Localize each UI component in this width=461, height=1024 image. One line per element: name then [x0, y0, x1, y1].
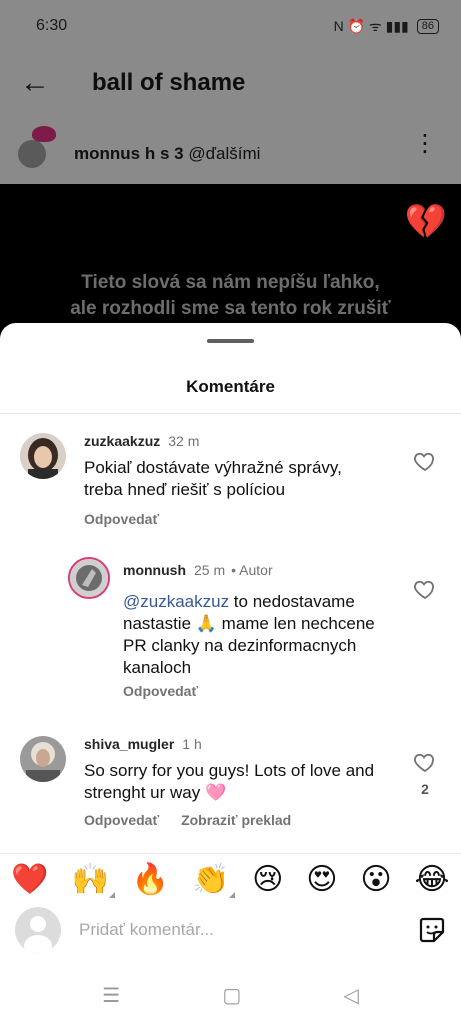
comment-actions: Odpovedať: [84, 511, 177, 527]
avatar-photo-icon: [70, 559, 108, 597]
post-author-bar: monnus h s 3 @ďalšími ⋮: [0, 124, 461, 184]
like-count: 2: [421, 781, 429, 797]
sheet-title: Komentáre: [186, 377, 275, 396]
system-navigation-bar: ☰ ▢ ◁: [0, 971, 461, 1019]
post-author-name[interactable]: monnus h s 3 @ďalšími: [74, 144, 260, 164]
author-label: • Autor: [231, 562, 273, 578]
comment-line: Pokiaľ dostávate výhražné správy,: [84, 458, 342, 477]
comment-line: treba hneď riešiť s políciou: [84, 480, 286, 499]
emoji-quick-bar: ❤️ 🙌 🔥 👏 😢 😍 😮 😂: [0, 853, 461, 898]
page-title: ball of shame: [92, 69, 246, 96]
post-collaborators: @ďalšími: [188, 144, 261, 163]
post-image-caption: Tieto slová sa nám nepíšu ľahko, ale roz…: [0, 270, 461, 322]
emoji-variants-indicator: [108, 891, 115, 898]
commenter-avatar[interactable]: [20, 736, 66, 782]
comment-time: 1 h: [182, 736, 202, 752]
back-arrow-icon[interactable]: ←: [0, 66, 70, 100]
comment-text: Pokiaľ dostávate výhražné správy, treba …: [84, 457, 404, 501]
emoji-glyph: 🙌: [71, 862, 109, 896]
comment-time: 32 m: [168, 433, 200, 449]
drag-handle[interactable]: [207, 339, 254, 343]
emoji-fire-icon[interactable]: 🔥: [132, 862, 169, 898]
reply-button[interactable]: Odpovedať: [123, 683, 198, 699]
comment-actions: Odpovedať Zobraziť preklad: [84, 812, 309, 828]
commenter-avatar[interactable]: [20, 433, 66, 479]
sticker-icon[interactable]: [418, 916, 446, 944]
comment-item: shiva_mugler 1 h So sorry for you guys! L…: [0, 323, 461, 828]
mention-link[interactable]: @zuzkaakzuz: [123, 592, 229, 611]
avatar-photo-icon: [20, 736, 66, 782]
avatar-badge-icon: [32, 126, 56, 142]
emoji-variants-indicator: [229, 891, 236, 898]
back-icon[interactable]: ◁: [343, 983, 358, 1008]
see-translation-button[interactable]: Zobraziť preklad: [181, 812, 291, 828]
comment-input[interactable]: [79, 920, 418, 940]
emoji-clapping-icon[interactable]: 👏: [191, 862, 236, 898]
divider: [0, 413, 461, 414]
battery-icon: 86: [416, 18, 439, 34]
broken-heart-icon: 💔: [404, 203, 447, 241]
emoji-laughing-icon[interactable]: 😂: [414, 862, 449, 898]
user-avatar-icon: [15, 907, 61, 953]
emoji-crying-icon[interactable]: 😢: [252, 862, 283, 898]
emoji-raised-hands-icon[interactable]: 🙌: [71, 862, 115, 898]
post-username: monnus h s 3: [74, 144, 184, 163]
emoji-glyph: 👏: [191, 862, 230, 896]
comments-sheet: Komentáre zuzkaakzuz 32 m Pokiaľ dostávat…: [0, 323, 461, 1024]
caption-line: ale rozhodli sme sa tento rok zrušiť: [70, 298, 391, 319]
status-bar: 6:30 N ⏰ ᯤ ▮▮▮ 86: [0, 0, 461, 52]
comment-text: So sorry for you guys! Lots of love and …: [84, 760, 404, 804]
comment-username[interactable]: monnush 25 m • Autor: [123, 562, 273, 578]
comment-line: PR clanky na dezinformacnych: [123, 636, 357, 655]
page-header: ← ball of shame: [0, 52, 461, 114]
comment-line-text: to nedostavame: [229, 592, 355, 611]
comment-input-row: [0, 903, 461, 957]
home-icon[interactable]: ▢: [222, 983, 241, 1008]
comment-line: strenght ur way 🩷: [84, 783, 227, 802]
emoji-heart-icon[interactable]: ❤️: [11, 862, 48, 898]
comment-actions: Odpovedať: [123, 683, 216, 699]
avatar-head-shape: [30, 916, 46, 932]
more-options-icon[interactable]: ⋮: [413, 132, 437, 156]
comment-line: @zuzkaakzuz to nedostavame: [123, 591, 408, 613]
comment-username-text: monnush: [123, 562, 186, 578]
comment-time: 25 m: [194, 562, 226, 578]
heart-icon[interactable]: [413, 449, 437, 473]
comment-username[interactable]: shiva_mugler 1 h: [84, 736, 202, 752]
heart-icon[interactable]: [413, 750, 437, 774]
avatar-body-shape: [24, 935, 52, 953]
commenter-avatar[interactable]: [68, 557, 110, 599]
comment-line: nastastie 🙏 mame len nechcene: [123, 614, 375, 633]
comment-line: kanaloch: [123, 658, 192, 677]
emoji-surprised-icon[interactable]: 😮: [360, 862, 391, 898]
emoji-heart-eyes-icon[interactable]: 😍: [306, 862, 337, 898]
comment-username-text: zuzkaakzuz: [84, 433, 161, 449]
comment-username[interactable]: zuzkaakzuz 32 m: [84, 433, 199, 449]
status-icon-group: N ⏰ ᯤ ▮▮▮: [333, 17, 409, 34]
menu-icon[interactable]: ☰: [102, 983, 120, 1008]
comment-line: So sorry for you guys! Lots of love and: [84, 761, 375, 780]
reply-button[interactable]: Odpovedať: [84, 812, 159, 828]
comment-text: @zuzkaakzuz to nedostavame nastastie 🙏 m…: [123, 591, 408, 679]
status-time: 6:30: [36, 17, 68, 34]
heart-icon[interactable]: [413, 577, 437, 601]
avatar-photo-icon: [20, 433, 66, 479]
reply-button[interactable]: Odpovedať: [84, 511, 159, 527]
status-icons: N ⏰ ᯤ ▮▮▮ 86: [334, 17, 439, 36]
comment-username-text: shiva_mugler: [84, 736, 175, 752]
caption-line: Tieto slová sa nám nepíšu ľahko,: [81, 272, 380, 293]
post-author-avatar[interactable]: [16, 126, 56, 170]
